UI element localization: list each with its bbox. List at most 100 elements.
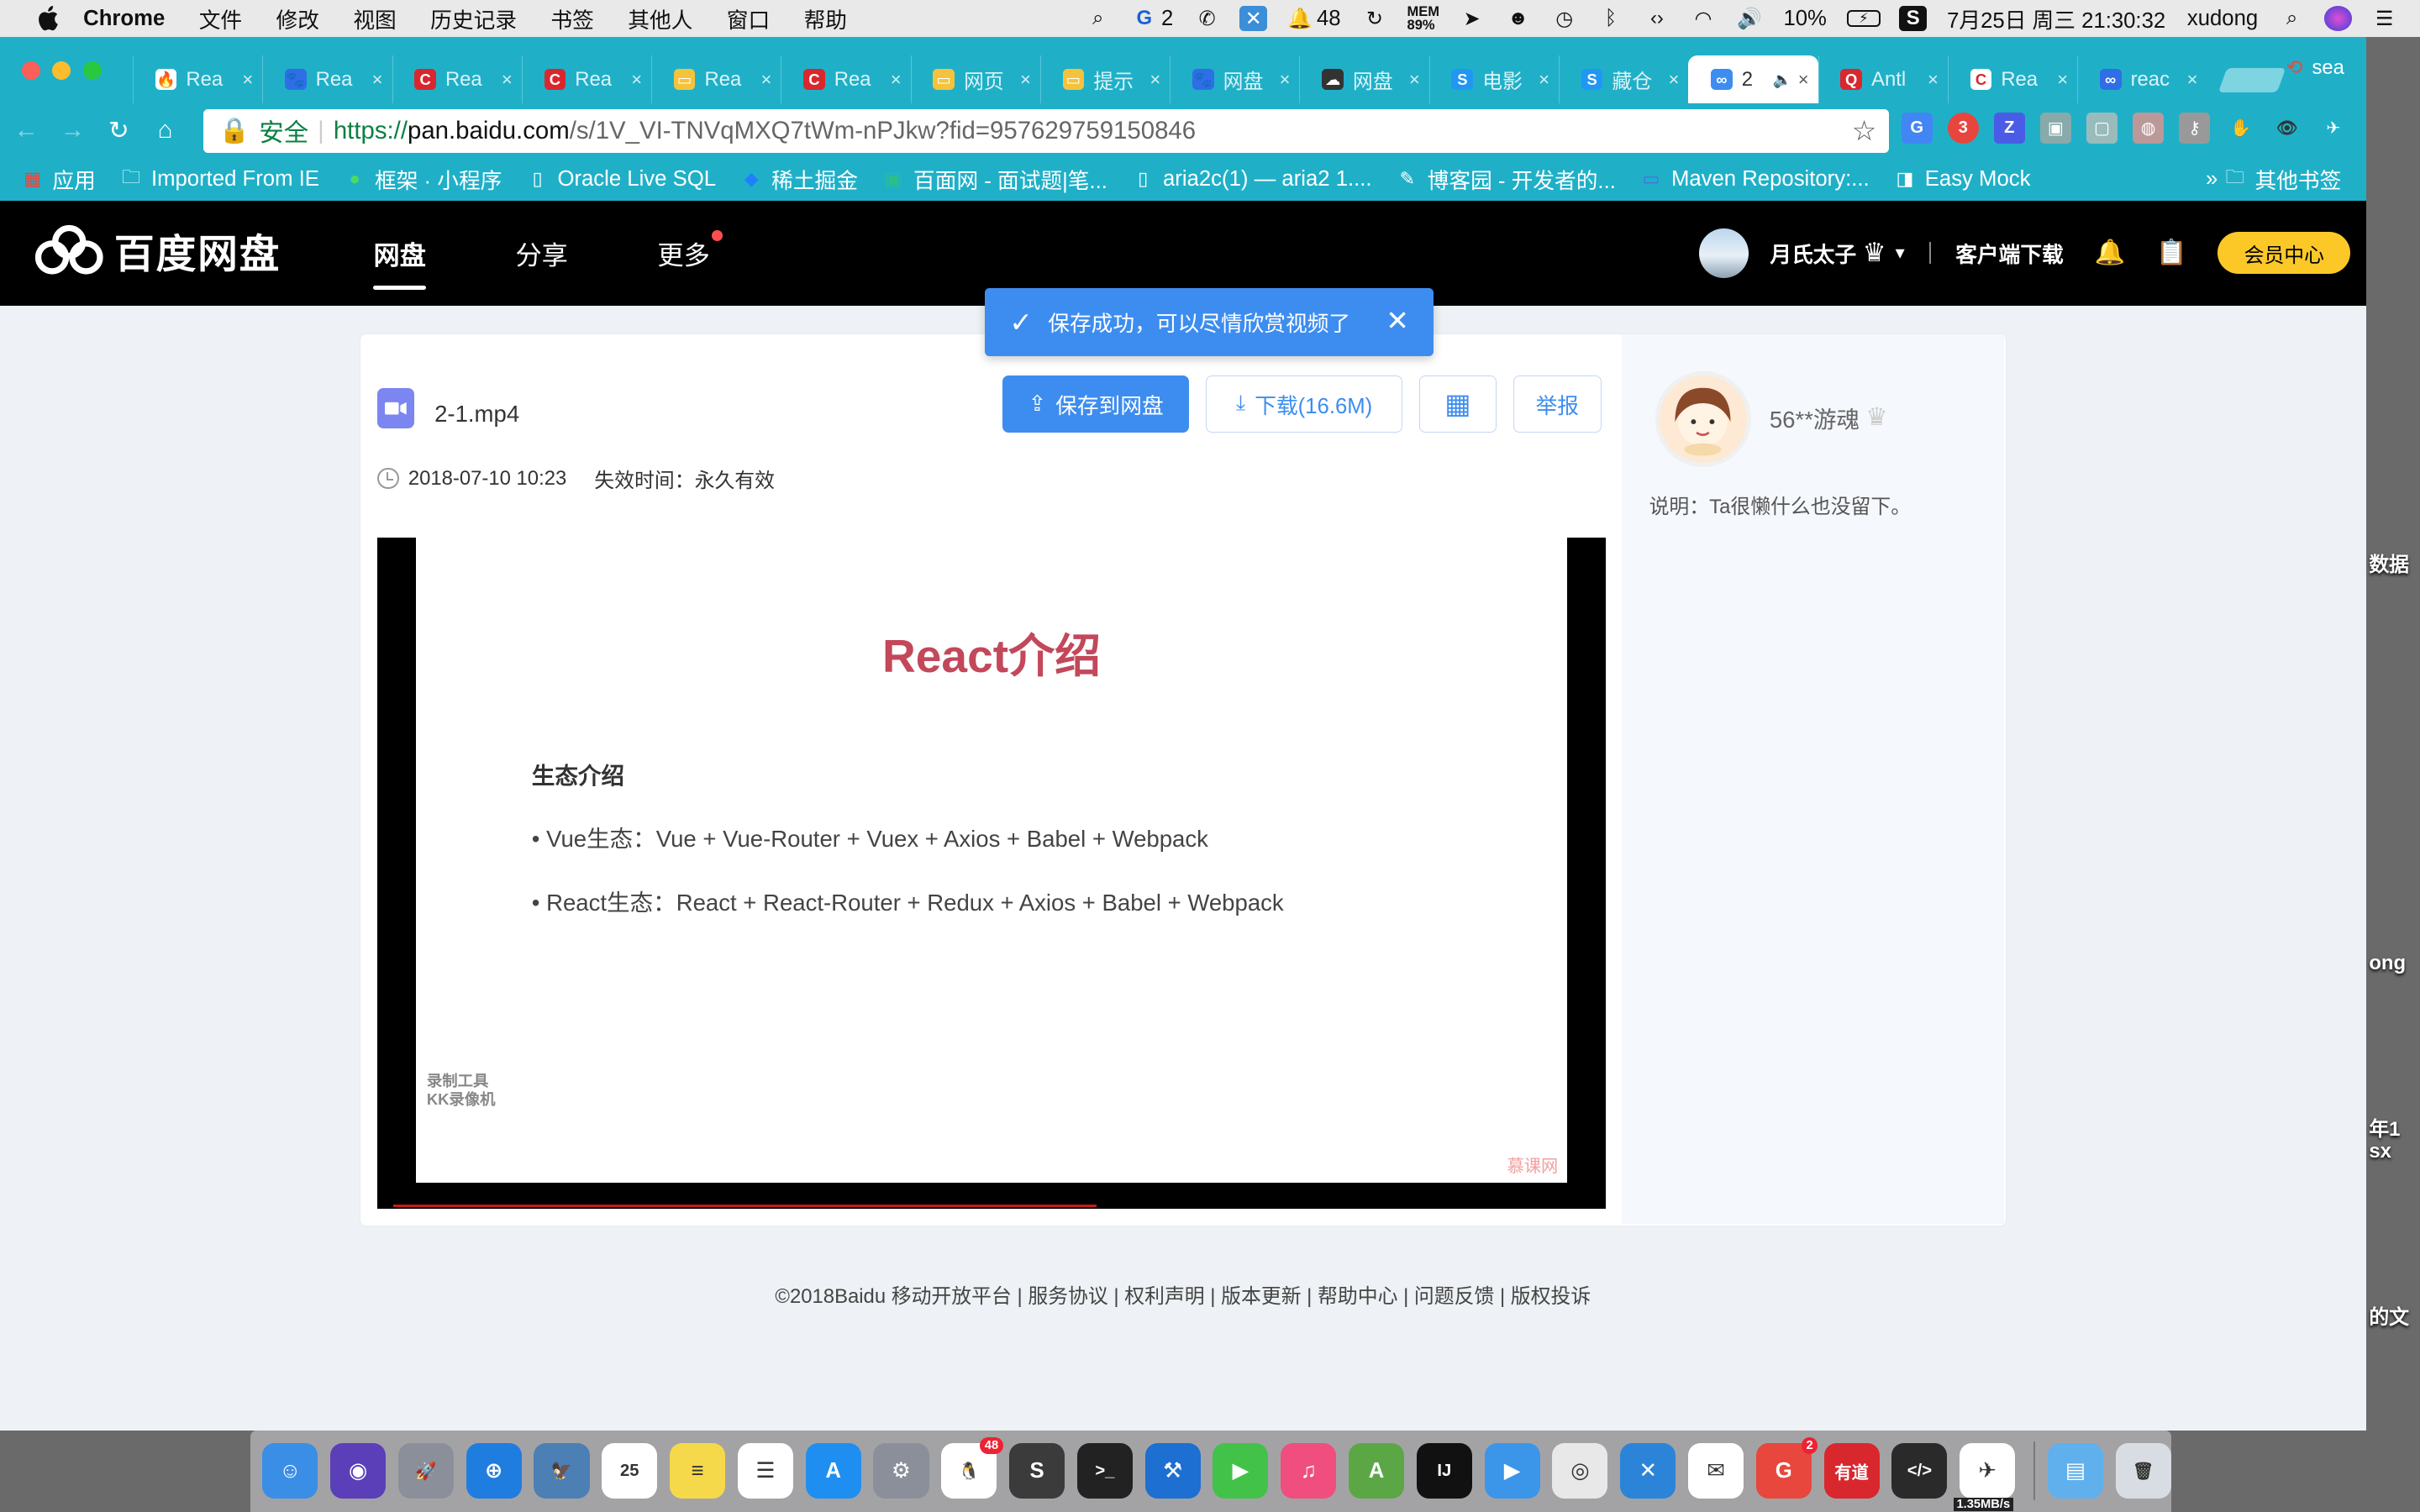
- bookmark-item[interactable]: ● 框架 · 小程序: [344, 164, 502, 195]
- dock-facetime-icon[interactable]: ▶: [1213, 1443, 1269, 1499]
- wechat-status-icon[interactable]: ✆: [1193, 6, 1221, 30]
- site-logo[interactable]: 百度网盘: [34, 222, 281, 280]
- volume-icon[interactable]: 🔊: [1736, 6, 1764, 30]
- video-player[interactable]: React介绍 生态介绍 • Vue生态：Vue + Vue-Router + …: [377, 538, 1607, 1210]
- bookmark-item[interactable]: ◨ Easy Mock: [1894, 167, 2030, 192]
- menu-people[interactable]: 其他人: [628, 3, 692, 34]
- dock-xmind-icon[interactable]: ✕: [1620, 1443, 1676, 1499]
- dock-gitmind-icon[interactable]: G2: [1755, 1436, 1818, 1499]
- reload-button[interactable]: ↻: [99, 110, 139, 150]
- tab[interactable]: Q Antl ×: [1818, 55, 1948, 104]
- dock-intellij-icon[interactable]: IJ: [1416, 1443, 1472, 1499]
- report-button[interactable]: 举报: [1512, 375, 1602, 433]
- avatar[interactable]: [1698, 228, 1749, 278]
- face-status-icon[interactable]: ☻: [1504, 6, 1532, 30]
- dock-app-store-icon[interactable]: A: [805, 1443, 861, 1499]
- dock-sublime-icon[interactable]: S: [1008, 1443, 1065, 1499]
- menu-app-name[interactable]: Chrome: [83, 7, 165, 31]
- dock-finder-icon[interactable]: ☺: [262, 1443, 318, 1499]
- dock-reminders-icon[interactable]: ☰: [737, 1443, 793, 1499]
- clock-datetime[interactable]: 7月25日 周三 21:30:32: [1947, 3, 2165, 34]
- dock-wechat-icon[interactable]: ✉: [1687, 1443, 1744, 1499]
- bell-icon[interactable]: 🔔: [2094, 238, 2126, 269]
- tab-close-icon[interactable]: ×: [631, 69, 642, 91]
- nav-share[interactable]: 分享: [515, 201, 567, 306]
- uploader-avatar[interactable]: [1655, 370, 1751, 467]
- menu-history[interactable]: 历史记录: [430, 3, 517, 34]
- dock-youdao-icon[interactable]: 有道: [1823, 1443, 1880, 1499]
- tab[interactable]: S 电影 ×: [1428, 55, 1559, 104]
- tab[interactable]: C Rea ×: [1947, 55, 2077, 104]
- bookmark-item[interactable]: ◆ 稀土掘金: [740, 164, 858, 195]
- tab-close-icon[interactable]: ×: [2187, 69, 2198, 91]
- clipboard-icon[interactable]: 📋: [2156, 238, 2187, 269]
- tab[interactable]: C Rea ×: [521, 55, 651, 104]
- tab-close-icon[interactable]: ×: [2057, 69, 2068, 91]
- tab[interactable]: 🐾 网盘 ×: [1170, 55, 1299, 104]
- ext-icon-6[interactable]: ◍: [2133, 113, 2164, 144]
- bookmark-item[interactable]: ▦ 应用: [22, 164, 96, 195]
- zotero-ext-icon[interactable]: Z: [1993, 113, 2025, 144]
- bookmark-item[interactable]: ▭ Maven Repository:...: [1640, 167, 1870, 192]
- tab[interactable]: 🐾 Rea ×: [262, 55, 392, 104]
- nav-more[interactable]: 更多: [657, 201, 723, 306]
- siri-icon[interactable]: [2324, 6, 2353, 31]
- tab-close-icon[interactable]: ×: [502, 69, 513, 91]
- bookmark-item[interactable]: 🗀 Imported From IE: [120, 166, 319, 192]
- wifi-icon[interactable]: ◠: [1689, 6, 1717, 30]
- refresh-status-icon[interactable]: ↻: [1360, 6, 1388, 30]
- tab[interactable]: ▭ 提示 ×: [1039, 55, 1170, 104]
- ext-icon-7[interactable]: ⚷: [2179, 113, 2210, 144]
- bluetooth-icon[interactable]: ᛒ: [1597, 6, 1624, 30]
- back-button[interactable]: ←: [6, 110, 46, 150]
- video-progress-bar[interactable]: [392, 1204, 1097, 1208]
- other-bookmarks[interactable]: 🗀 其他书签: [2224, 164, 2342, 195]
- tab[interactable]: ☁ 网盘 ×: [1299, 55, 1428, 104]
- qrcode-button[interactable]: ▦: [1418, 375, 1497, 433]
- zoom-window-button[interactable]: [83, 61, 103, 81]
- dock-android-studio-icon[interactable]: A: [1348, 1443, 1405, 1499]
- dock-terminal-icon[interactable]: >_: [1076, 1443, 1133, 1499]
- tab[interactable]: ∞ reac ×: [2077, 55, 2207, 104]
- tab-close-icon[interactable]: ×: [760, 69, 771, 91]
- notification-center-icon[interactable]: ☰: [2370, 6, 2398, 30]
- menu-window[interactable]: 窗口: [727, 3, 770, 34]
- translate-ext-icon[interactable]: G: [1901, 113, 1933, 144]
- dock-launchpad-icon[interactable]: 🚀: [397, 1443, 454, 1499]
- profile-button[interactable]: ⟲ sea: [2286, 55, 2344, 80]
- client-download-link[interactable]: 客户端下载: [1955, 238, 2064, 269]
- gitmind-status-icon[interactable]: G: [1130, 6, 1158, 30]
- bookmark-item[interactable]: ▣ 百面网 - 面试题|笔...: [882, 164, 1107, 195]
- vip-center-button[interactable]: 会员中心: [2217, 232, 2351, 274]
- dock-safari-icon[interactable]: ⊕: [466, 1443, 522, 1499]
- dock-feishu-icon[interactable]: ✈ 1.35MB/s: [1953, 1443, 2016, 1512]
- tab[interactable]: C Rea ×: [392, 55, 522, 104]
- chevron-down-icon[interactable]: ▾: [1896, 242, 1905, 264]
- close-icon[interactable]: ✕: [1386, 304, 1409, 338]
- time-machine-icon[interactable]: ◷: [1550, 6, 1578, 30]
- bookmark-item[interactable]: ▯ Oracle Live SQL: [527, 167, 717, 192]
- minimize-window-button[interactable]: [52, 61, 71, 81]
- ext-icon-5[interactable]: ▢: [2086, 113, 2118, 144]
- dock-notes-icon[interactable]: ≡: [670, 1443, 726, 1499]
- dock-siri-icon[interactable]: ◉: [330, 1443, 387, 1499]
- footer-links[interactable]: ©2018Baidu 移动开放平台 | 服务协议 | 权利声明 | 版本更新 |…: [0, 1279, 2366, 1309]
- tab-close-icon[interactable]: ×: [1539, 69, 1549, 91]
- tab-close-icon[interactable]: ×: [1798, 69, 1809, 91]
- tab[interactable]: S 藏仓 ×: [1559, 55, 1688, 104]
- menu-view[interactable]: 视图: [353, 3, 396, 34]
- bookmark-star-icon[interactable]: ☆: [1852, 114, 1877, 148]
- tab[interactable]: ▭ 网页 ×: [910, 55, 1040, 104]
- adblock-ext-icon[interactable]: 3: [1947, 113, 1979, 144]
- search-lens-icon[interactable]: ⌕: [1084, 6, 1112, 30]
- new-tab-button[interactable]: [2217, 67, 2286, 93]
- tab-audio-icon[interactable]: 🔈: [1773, 71, 1792, 89]
- apple-icon[interactable]: [34, 5, 61, 33]
- ext-icon-4[interactable]: ▣: [2040, 113, 2071, 144]
- bird-ext-icon[interactable]: ✈: [2318, 113, 2349, 144]
- dock-itunes-icon[interactable]: ♫: [1281, 1443, 1337, 1499]
- tab-close-icon[interactable]: ×: [1280, 69, 1291, 91]
- tab-close-icon[interactable]: ×: [891, 69, 902, 91]
- tab-close-icon[interactable]: ×: [1668, 69, 1679, 91]
- forward-button[interactable]: →: [52, 110, 92, 150]
